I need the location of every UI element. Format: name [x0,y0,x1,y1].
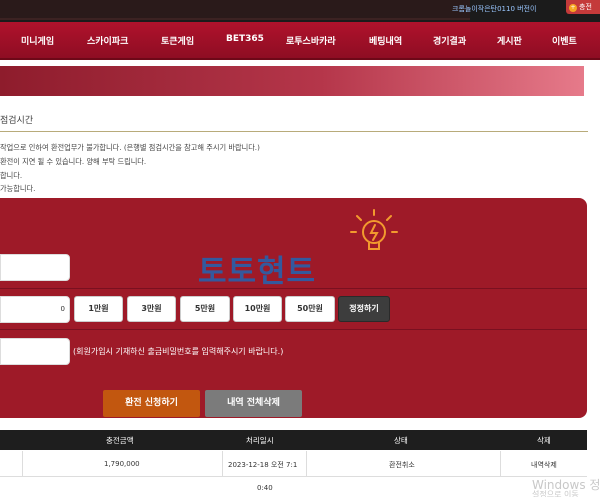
nav-item-bet365[interactable]: BET365 [226,34,264,44]
nav-item-mini-game[interactable]: 미니게임 [21,34,54,47]
main-nav: 미니게임 스카이파크 토큰게임 BET365 로투스바카라 베팅내역 경기결과 … [0,22,600,60]
row-delete-link[interactable]: 내역삭제 [531,460,557,470]
site-logo-strip [0,0,470,20]
cell-datetime: 2023-12-18 오전 7:1 [228,461,298,469]
apply-withdraw-button[interactable]: 환전 신청하기 [103,390,200,417]
section-divider [0,131,588,132]
amount-50k-button[interactable]: 5만원 [180,296,230,322]
windows-activation-subtext: 설정으로 이동 [532,490,579,497]
cell-divider [22,451,23,477]
column-header-amount: 충전금액 [106,436,134,445]
form-divider [0,329,587,330]
column-header-datetime: 처리일시 [246,436,274,445]
lightbulb-icon [350,209,398,250]
cell-divider [500,451,501,477]
page-banner [0,66,584,96]
charge-label: 충전 [579,3,592,11]
nav-item-token-game[interactable]: 토큰게임 [161,34,194,47]
nav-item-lotus-baccarat[interactable]: 로투스바카라 [286,34,336,47]
table-row: 1,790,000 2023-12-18 오전 7:1 환전취소 내역삭제 [0,451,587,477]
nav-item-results[interactable]: 경기결과 [433,34,466,47]
history-table-header: 충전금액 처리일시 상태 삭제 [0,430,587,450]
column-header-status: 상태 [394,436,408,445]
cell-divider [306,451,307,477]
withdraw-password-field[interactable] [0,338,70,365]
section-title: 점검시간 [0,116,34,126]
amount-input[interactable]: 0 [0,296,70,323]
nav-item-board[interactable]: 게시판 [497,34,522,47]
reset-amount-button[interactable]: 정정하기 [338,296,390,322]
password-hint: (회원가입시 기재하신 출금비밀번호를 입력해주시기 바랍니다.) [73,347,284,356]
delete-all-history-button[interactable]: 내역 전체삭제 [205,390,302,417]
notice-line-3: 합니다. [0,171,23,180]
notice-line-2: 환전이 지연 될 수 있습니다. 양해 부탁 드립니다. [0,157,147,166]
video-timer: 0:40 [257,484,273,492]
plus-icon: + [569,4,577,12]
charge-button[interactable]: + 충전 [566,0,600,14]
cell-divider [222,451,223,477]
amount-30k-button[interactable]: 3만원 [127,296,176,322]
user-info-text: 크롬놀이작은탄0110 버전이 [452,5,537,13]
cell-status: 환전취소 [389,461,415,469]
amount-500k-button[interactable]: 50만원 [285,296,335,322]
watermark-logo: 토토현트 [198,254,317,290]
amount-10k-button[interactable]: 1만원 [74,296,123,322]
account-name-field[interactable] [0,254,70,281]
notice-line-4: 가능합니다. [0,184,36,193]
column-header-delete: 삭제 [537,436,551,445]
top-bar: 크롬놀이작은탄0110 버전이 + 충전 [0,0,600,22]
nav-item-event[interactable]: 이벤트 [552,34,577,47]
nav-item-bet-history[interactable]: 베팅내역 [369,34,402,47]
notice-line-1: 작업으로 인하여 환전업무가 불가합니다. (은행별 점검시간을 참고해 주시기… [0,143,260,152]
amount-100k-button[interactable]: 10만원 [233,296,282,322]
nav-item-skypark[interactable]: 스카이파크 [87,34,128,47]
cell-amount: 1,790,000 [104,460,140,468]
